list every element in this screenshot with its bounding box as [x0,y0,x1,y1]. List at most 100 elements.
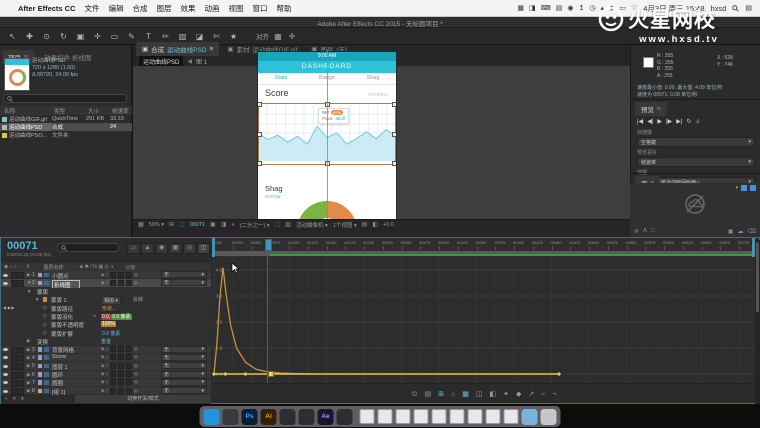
quality-switch-icon[interactable]: / [106,347,107,352]
library-stock-icon[interactable]: ▣ [728,228,734,235]
dock-launchpad-icon[interactable] [223,409,239,425]
dock-window-thumbnail[interactable] [396,409,411,424]
property-group-row[interactable]: ▼蒙版 [1,288,211,296]
quality-switch-icon[interactable]: / [106,272,107,277]
eye-toggle[interactable] [3,282,8,285]
tab-preview[interactable]: 预览≡ [635,102,667,116]
project-row-name[interactable]: 运动曲线PSO... [9,131,52,139]
app-status-icon-2[interactable]: ◨ [529,4,536,12]
breadcrumb-comp[interactable]: 运动曲线PSD [139,56,183,67]
project-row[interactable]: 运动曲线GIF.gifQuickTime291 KB33.33 [0,115,132,123]
snapshot-icon[interactable]: ▣ [210,221,216,228]
project-column-headers[interactable]: 名称 类型 大小 帧速率 [0,106,132,115]
switch-box[interactable] [126,354,132,360]
parent-select[interactable]: 无▾ [161,354,207,361]
vertical-guide-line[interactable] [327,50,328,219]
eye-toggle[interactable] [3,356,8,359]
property-label[interactable]: 蒙版不透明度 [51,321,84,329]
switch-box[interactable] [126,280,132,286]
quality-switch-icon[interactable]: / [106,280,107,285]
record-icon[interactable]: ◉ [567,4,573,12]
layer-switches[interactable]: ◈/◎ [101,346,138,353]
pen-tool[interactable]: ✎ [123,32,140,41]
av-box[interactable] [17,380,24,387]
mask-label[interactable]: 蒙版 1 [51,296,67,304]
graph-type-icon[interactable]: ▤ [424,390,431,398]
align-grid-icon[interactable]: ▦ [273,32,283,41]
switch-box[interactable] [126,272,132,278]
col-size[interactable]: 大小 [88,107,112,115]
flowchart-icon[interactable]: ▱ [127,243,140,254]
eraser-tool[interactable]: ◪ [191,32,208,41]
av-box[interactable] [17,363,24,370]
menu-item[interactable]: 视图 [229,4,244,13]
dock-app-dark-3-icon[interactable] [337,409,353,425]
layer-switches[interactable]: ◈/◎ [101,379,138,386]
collapse-switch-icon[interactable]: ◈ [101,363,104,369]
effect-switch-icon[interactable]: ◎ [134,346,138,352]
switch-box[interactable] [118,379,124,385]
work-area-start-handle[interactable] [212,238,215,257]
roto-brush-tool[interactable]: ✄ [208,32,225,41]
property-value[interactable]: 100% [101,321,116,327]
menu-item[interactable]: 编辑 [109,4,124,13]
auto-zoom-icon[interactable]: ▦ [462,390,469,398]
layer-row[interactable]: ▶5图层 1◈/◎无▾ [1,362,211,370]
library-follow-icon[interactable]: ✢ [634,228,639,235]
project-row-name[interactable]: 运动曲线PSD [9,123,52,131]
switch-box[interactable] [126,371,132,377]
shape-tool[interactable]: ▭ [106,32,123,41]
menu-item[interactable]: 帮助 [277,4,292,13]
menu-item[interactable]: 文件 [85,4,100,13]
layer-color-chip[interactable] [38,380,42,385]
property-label[interactable]: 蒙版扩展 [51,330,73,338]
switch-box[interactable] [126,379,132,385]
property-row[interactable]: ◷蒙版不透明度100% [1,321,211,329]
ease-in-icon[interactable]: ⌐ [541,391,545,398]
collapse-switch-icon[interactable]: ◈ [101,379,104,385]
pixel-aspect-icon[interactable]: ▤ [362,221,368,228]
quality-switch-icon[interactable]: / [106,380,107,385]
timeline-search-input[interactable] [57,243,119,252]
switch-box[interactable] [118,388,124,394]
graph-editor[interactable]: 4.03.02.01.00.0 [212,257,756,383]
link-icon[interactable]: ∞ [93,313,96,318]
eye-toggle[interactable] [3,381,8,384]
layer-color-chip[interactable] [38,347,42,352]
parent-select[interactable]: 无▾ [161,279,207,286]
layer-color-chip[interactable] [38,372,42,377]
prev-frame-button[interactable]: ◀| [647,118,653,125]
show-channel-icon[interactable]: ● [231,222,234,228]
mask-invert-checkbox[interactable]: 反转 [133,296,143,303]
layer-color-chip[interactable] [38,364,42,369]
layer-name[interactable]: 小圆点 [52,272,69,280]
eject-icon[interactable]: ▴ [600,4,604,12]
graph-editor-icon[interactable]: ◫ [197,243,210,254]
timeline-current-time[interactable]: 00071 [7,240,51,252]
value-part[interactable]: 形状... [101,306,117,312]
menu-clock[interactable]: 4月3日 周三 15:48 [643,3,704,14]
effect-switch-icon[interactable]: ◎ [134,388,138,394]
region-of-interest-icon[interactable]: ⬚ [275,221,281,228]
dock-finder-icon[interactable] [204,409,220,425]
dock-window-thumbnail[interactable] [504,409,519,424]
menu-item[interactable]: 窗口 [253,4,268,13]
show-snapshot-icon[interactable]: ◨ [221,221,227,228]
zoom-tool[interactable]: ⊙ [38,32,55,41]
switch-box[interactable] [110,280,116,286]
project-row[interactable]: 运动曲线PSO...文件夹 [0,131,132,139]
timeline-scrollbar[interactable] [755,240,760,404]
switch-box[interactable] [110,272,116,278]
twirl-toggle[interactable]: ▶ [27,372,30,378]
upload-icon[interactable]: ↥ [578,4,584,12]
switch-box[interactable] [118,363,124,369]
eye-toggle[interactable] [3,390,8,393]
quality-switch-icon[interactable]: / [106,372,107,377]
group-label[interactable]: 变换 [37,338,48,346]
parent-select[interactable]: 无▾ [161,387,207,394]
layer-switches[interactable]: ◈/◎ [101,362,138,369]
menu-item[interactable]: 动画 [205,4,220,13]
puppet-pin-tool[interactable]: ★ [225,32,242,41]
switch-box[interactable] [118,371,124,377]
dock-after-effects-icon[interactable]: Ae [318,409,334,425]
